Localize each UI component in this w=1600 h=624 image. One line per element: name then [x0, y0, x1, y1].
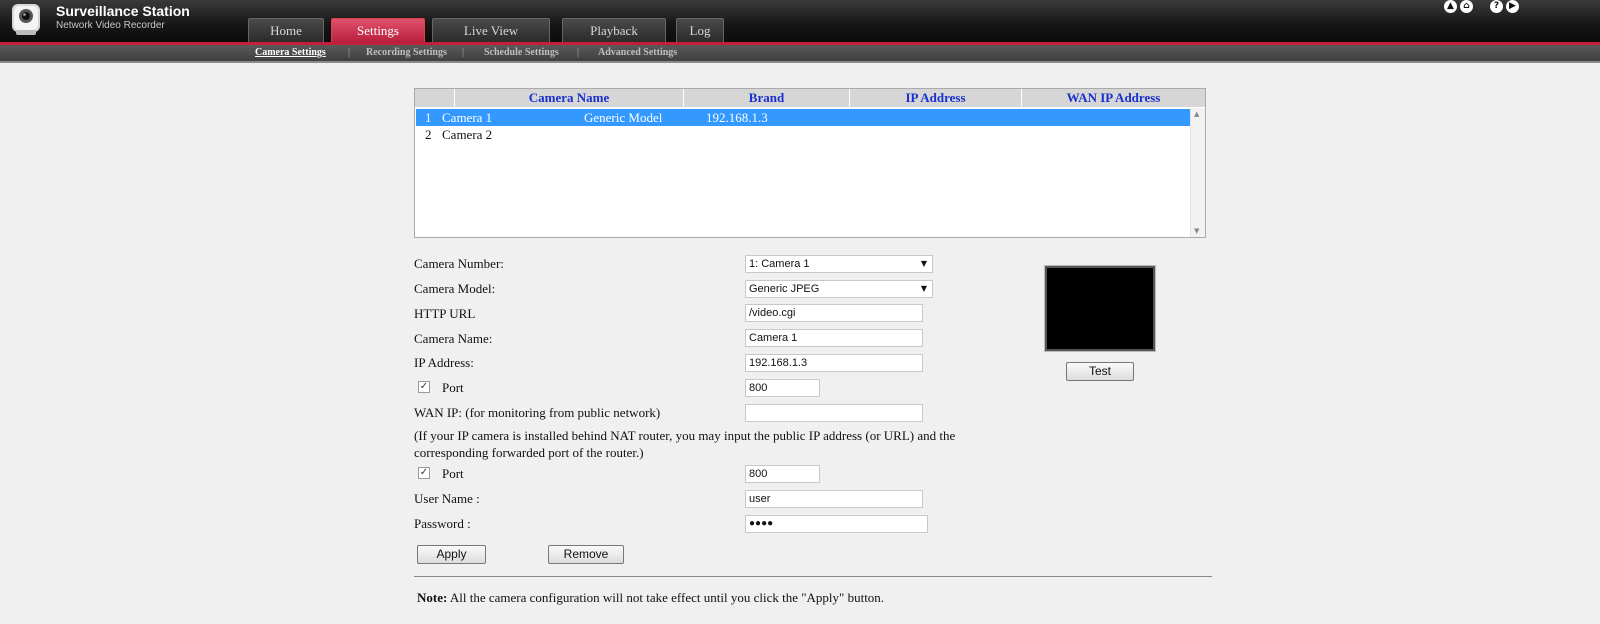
username-field[interactable]: user	[745, 490, 923, 508]
column-header-camera-name[interactable]: Camera Name	[455, 89, 684, 107]
table-scrollbar[interactable]: ▲ ▼	[1190, 108, 1205, 237]
username-label: User Name :	[414, 491, 480, 506]
note-prefix: Note:	[417, 590, 448, 605]
divider	[414, 576, 1212, 577]
camera-list-table: Camera Name Brand IP Address WAN IP Addr…	[414, 88, 1206, 238]
tab-settings[interactable]: Settings	[331, 18, 425, 42]
wan-ip-field[interactable]	[745, 404, 923, 422]
footer-note: Note: All the camera configuration will …	[417, 590, 884, 606]
row-number: 1	[425, 110, 432, 125]
subnav-schedule-settings[interactable]: Schedule Settings	[484, 47, 559, 58]
subnav-advanced-settings[interactable]: Advanced Settings	[598, 47, 677, 58]
camera-model-label: Camera Model:	[414, 281, 496, 296]
tab-home[interactable]: Home	[248, 18, 324, 42]
camera-number-select[interactable]: 1: Camera 1 ▼	[745, 255, 933, 273]
chevron-down-icon: ▼	[920, 284, 927, 293]
wan-port-field[interactable]: 800	[745, 465, 820, 483]
app-title: Surveillance Station	[56, 3, 190, 19]
column-header-ip-address[interactable]: IP Address	[850, 89, 1022, 107]
test-button[interactable]: Test	[1066, 362, 1134, 381]
port-checkbox[interactable]: ✓	[418, 381, 430, 393]
row-camera-name: Camera 2	[442, 127, 493, 142]
home-icon[interactable]: ⌂	[1460, 0, 1473, 13]
table-row[interactable]: 1 Camera 1 Generic Model 192.168.1.3	[416, 109, 1190, 126]
app-subtitle: Network Video Recorder	[56, 20, 165, 31]
camera-number-value: 1: Camera 1	[749, 258, 810, 270]
port-field[interactable]: 800	[745, 379, 820, 397]
ip-address-label: IP Address:	[414, 355, 474, 370]
camera-name-label: Camera Name:	[414, 331, 493, 346]
subnav-recording-settings[interactable]: Recording Settings	[366, 47, 447, 58]
password-field[interactable]: ●●●●	[745, 515, 928, 533]
row-brand: Generic Model	[584, 110, 663, 125]
column-header-wan-ip[interactable]: WAN IP Address	[1022, 89, 1205, 107]
apply-button[interactable]: Apply	[417, 545, 486, 564]
row-ip: 192.168.1.3	[706, 110, 768, 125]
camera-number-label: Camera Number:	[414, 256, 504, 271]
table-header: Camera Name Brand IP Address WAN IP Addr…	[415, 89, 1205, 107]
scroll-down-icon[interactable]: ▼	[1194, 227, 1199, 235]
play-circle-icon[interactable]: ▶	[1506, 0, 1519, 13]
tab-live-view[interactable]: Live View	[432, 18, 550, 42]
wan-port-label: Port	[442, 466, 464, 481]
note-text: All the camera configuration will not ta…	[447, 590, 885, 605]
help-icon[interactable]: ?	[1490, 0, 1503, 13]
subnav-separator: |	[348, 47, 351, 58]
row-number: 2	[425, 127, 432, 142]
column-header-brand[interactable]: Brand	[684, 89, 850, 107]
wan-port-checkbox[interactable]: ✓	[418, 467, 430, 479]
password-label: Password :	[414, 516, 471, 531]
camera-model-value: Generic JPEG	[749, 283, 820, 295]
subnav-separator: |	[577, 47, 580, 58]
http-url-label: HTTP URL	[414, 306, 476, 321]
port-label: Port	[442, 380, 464, 395]
ip-address-field[interactable]: 192.168.1.3	[745, 354, 923, 372]
up-circle-icon[interactable]: ▲	[1444, 0, 1457, 13]
row-camera-name: Camera 1	[442, 110, 493, 125]
tab-playback[interactable]: Playback	[562, 18, 666, 42]
remove-button[interactable]: Remove	[548, 545, 624, 564]
http-url-field[interactable]: /video.cgi	[745, 304, 923, 322]
nat-note-line-2: corresponding forwarded port of the rout…	[414, 445, 644, 460]
camera-model-select[interactable]: Generic JPEG ▼	[745, 280, 933, 298]
column-header-number	[415, 89, 455, 107]
nat-note-line-1: (If your IP camera is installed behind N…	[414, 428, 956, 443]
scroll-up-icon[interactable]: ▲	[1194, 110, 1199, 118]
subnav-separator: |	[462, 47, 465, 58]
app-header: Surveillance Station Network Video Recor…	[0, 0, 1600, 42]
subnav-camera-settings[interactable]: Camera Settings	[255, 47, 326, 58]
wan-ip-label: WAN IP: (for monitoring from public netw…	[414, 405, 661, 420]
chevron-down-icon: ▼	[920, 259, 927, 268]
tab-log[interactable]: Log	[676, 18, 724, 42]
table-row[interactable]: 2 Camera 2	[416, 126, 1190, 143]
camera-name-field[interactable]: Camera 1	[745, 329, 923, 347]
sub-navigation: Camera Settings | Recording Settings | S…	[0, 45, 1600, 63]
camera-logo-icon	[12, 4, 40, 35]
camera-preview	[1044, 265, 1156, 352]
